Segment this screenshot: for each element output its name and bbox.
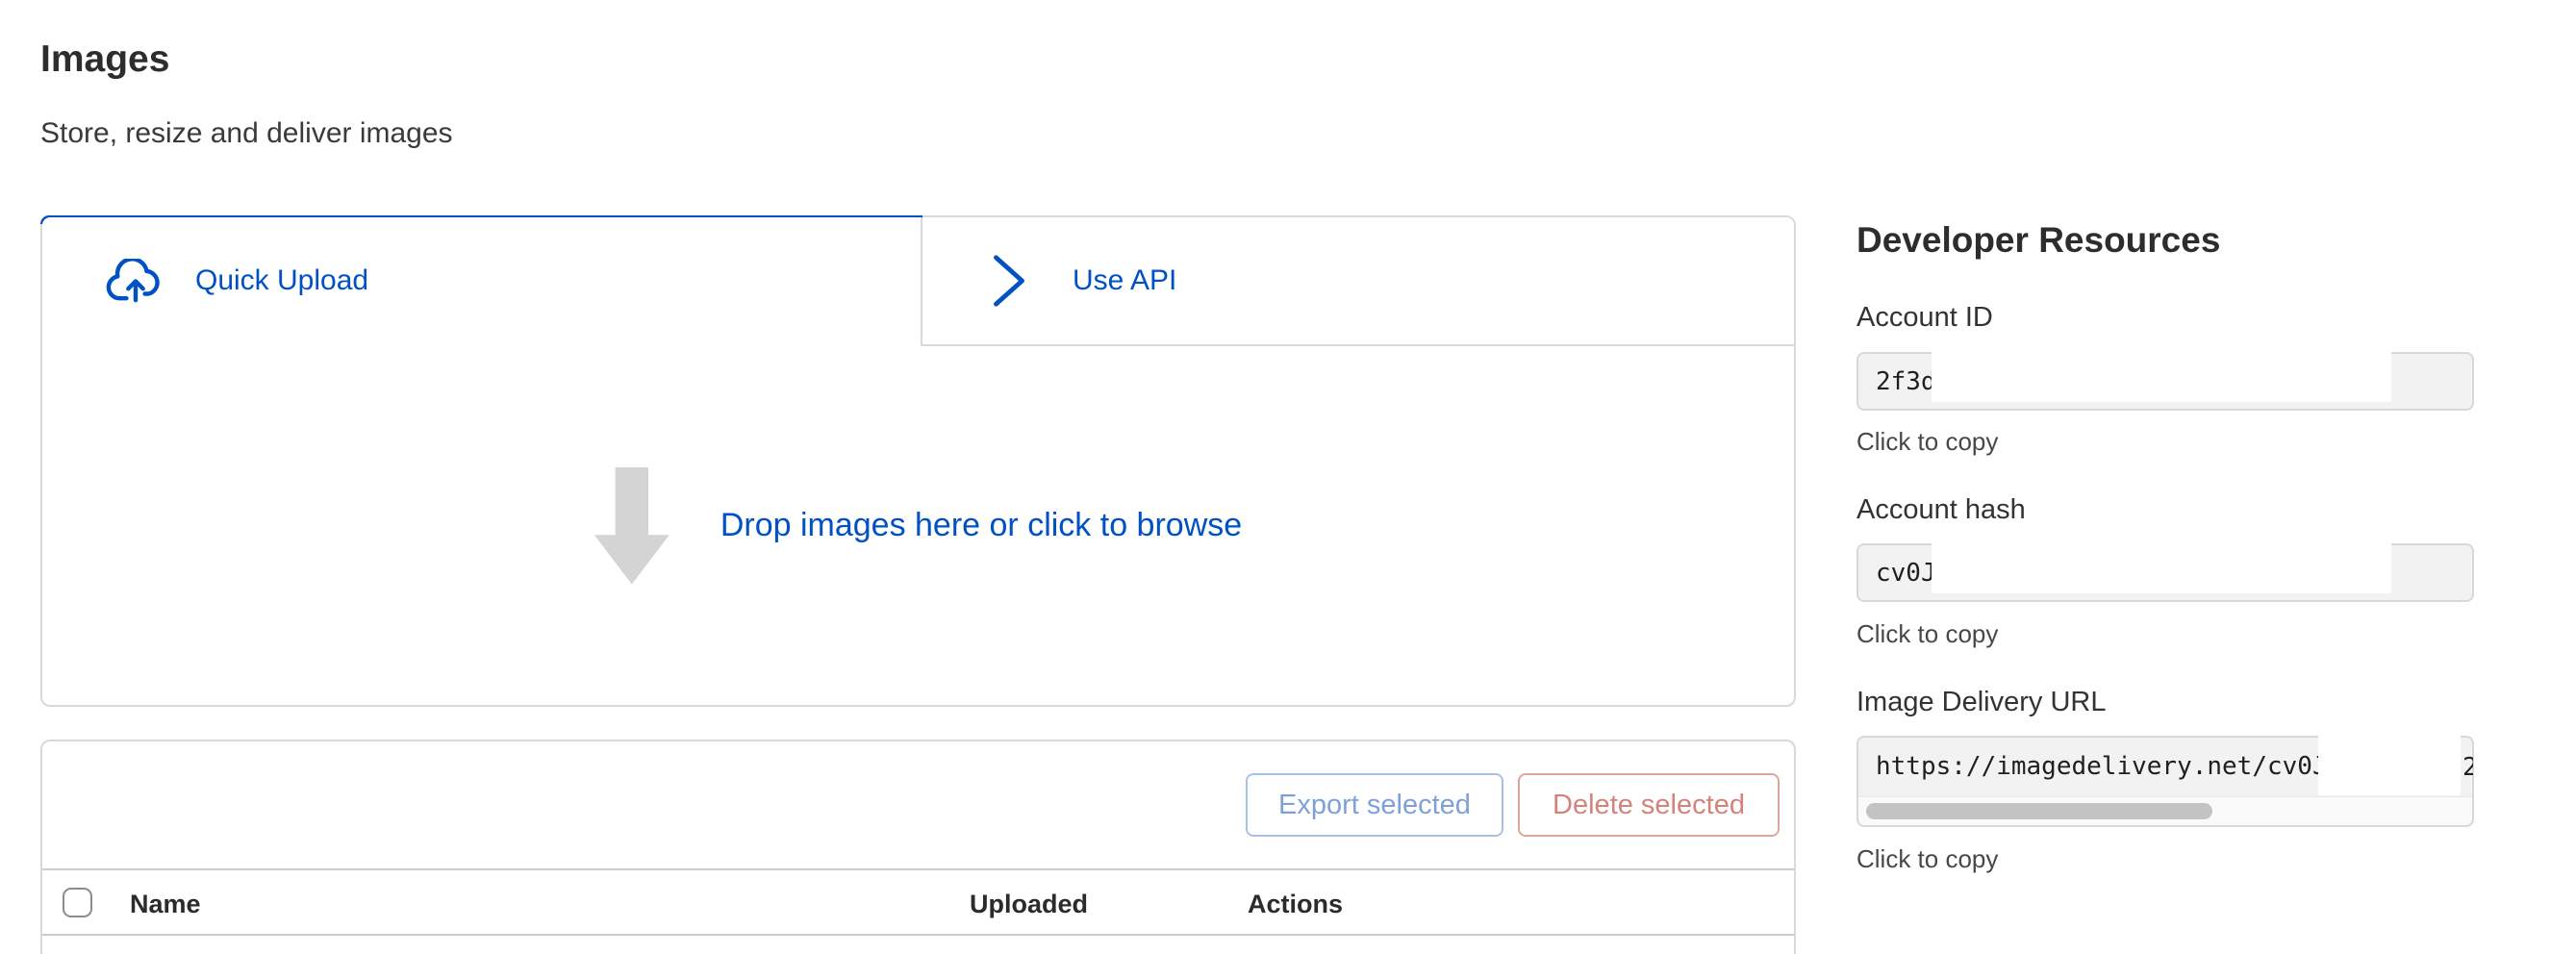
account-hash-copy-hint: Click to copy (1856, 619, 1998, 648)
page-subtitle: Store, resize and deliver images (40, 117, 453, 150)
image-delivery-url-label: Image Delivery URL (1856, 687, 2106, 717)
column-header-name: Name (130, 890, 201, 919)
images-list-panel: Export selected Delete selected Name Upl… (40, 740, 1796, 954)
column-header-uploaded: Uploaded (970, 890, 1088, 919)
tab-use-api[interactable]: Use API (921, 217, 1794, 346)
upload-panel: Quick Upload Use API Drop images here or… (40, 215, 1796, 707)
tab-quick-upload[interactable]: Quick Upload (42, 217, 921, 344)
account-hash-label: Account hash (1856, 494, 2026, 525)
download-arrow-icon (594, 467, 669, 585)
redaction-overlay (1932, 350, 2391, 402)
account-hash-field[interactable]: cv0J (1856, 543, 2474, 602)
cloud-upload-icon (106, 259, 165, 303)
chevron-right-icon (988, 252, 1030, 310)
column-header-actions: Actions (1248, 890, 1343, 919)
dropzone-label: Drop images here or click to browse (720, 507, 1242, 544)
select-all-checkbox[interactable] (63, 888, 92, 917)
account-id-copy-hint: Click to copy (1856, 427, 1998, 456)
redaction-overlay (2318, 734, 2461, 795)
export-selected-button[interactable]: Export selected (1246, 773, 1503, 837)
horizontal-scrollbar-track[interactable] (1858, 796, 2472, 825)
list-toolbar: Export selected Delete selected (42, 741, 1794, 870)
tab-quick-upload-label: Quick Upload (195, 264, 368, 297)
delete-selected-button[interactable]: Delete selected (1518, 773, 1780, 837)
horizontal-scrollbar-thumb[interactable] (1866, 803, 2212, 819)
image-delivery-url-copy-hint: Click to copy (1856, 844, 1998, 873)
account-id-field[interactable]: 2f3d (1856, 352, 2474, 411)
table-header: Name Uploaded Actions (42, 870, 1794, 936)
developer-resources-heading: Developer Resources (1856, 221, 2220, 260)
tab-use-api-label: Use API (1073, 264, 1176, 297)
developer-resources-panel: Developer Resources Account ID 2f3d Clic… (1856, 221, 2474, 954)
redaction-overlay (1932, 541, 2391, 593)
clipped-character-fragment: 2 (2462, 753, 2473, 782)
image-delivery-url-field[interactable]: https://imagedelivery.net/cv0JS 2 (1856, 736, 2474, 827)
page-title: Images (40, 38, 169, 81)
image-dropzone[interactable]: Drop images here or click to browse (42, 346, 1794, 705)
account-id-label: Account ID (1856, 302, 1993, 333)
